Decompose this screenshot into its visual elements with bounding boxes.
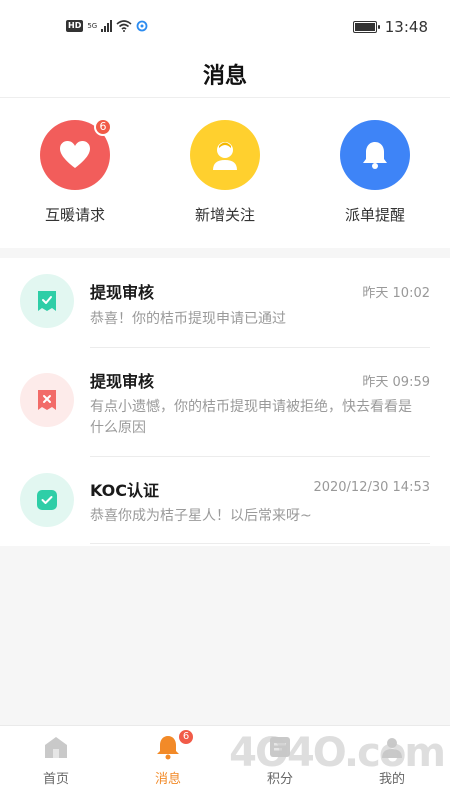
status-bar: HD 5G 13:48 (0, 0, 450, 52)
quick-action-order-reminder[interactable]: 派单提醒 (320, 120, 430, 225)
list-item[interactable]: KOC认证 2020/12/30 14:53 恭喜你成为桔子星人！以后常来呀~ (0, 457, 450, 546)
person-icon (190, 120, 260, 190)
message-title: 提现审核 (90, 372, 155, 391)
battery-icon (352, 21, 380, 33)
sync-icon (136, 20, 148, 32)
bell-icon: 6 (155, 728, 195, 760)
warm-request-badge: 6 (94, 118, 112, 136)
message-list: 提现审核 昨天 10:02 恭喜！你的桔币提现申请已通过 提现审核 昨天 09:… (0, 258, 450, 546)
certified-badge-icon (20, 473, 74, 527)
network-indicator: 5G (87, 22, 98, 30)
messages-badge: 6 (177, 728, 195, 746)
message-description: 恭喜你成为桔子星人！以后常来呀~ (90, 508, 312, 524)
quick-actions: 6 互暖请求 新增关注 派单提醒 (0, 98, 450, 248)
quick-action-label: 派单提醒 (344, 206, 405, 224)
tab-home[interactable]: 首页 (0, 734, 112, 787)
message-title: 提现审核 (90, 283, 155, 302)
home-icon (43, 734, 69, 760)
message-time: 昨天 09:59 (362, 375, 430, 390)
list-item[interactable]: 提现审核 昨天 10:02 恭喜！你的桔币提现申请已通过 (0, 258, 450, 348)
message-time: 昨天 10:02 (362, 286, 430, 301)
quick-action-label: 新增关注 (194, 206, 255, 224)
quick-action-warm-request[interactable]: 6 互暖请求 (20, 118, 130, 225)
list-item[interactable]: 提现审核 昨天 09:59 有点小遗憾，你的桔币提现申请被拒绝，快去看看是什么原… (0, 348, 450, 457)
divider (90, 543, 430, 544)
bell-icon (340, 120, 410, 190)
signal-icon (101, 20, 113, 32)
watermark-logo: 4O4O.com (229, 730, 446, 776)
status-indicators: HD 5G (66, 20, 148, 32)
tab-label: 消息 (154, 772, 181, 787)
quick-action-label: 互暖请求 (44, 206, 105, 224)
heart-icon: 6 (40, 118, 112, 190)
status-right: 13:48 (352, 18, 428, 36)
approved-receipt-icon (20, 274, 74, 328)
message-description: 恭喜！你的桔币提现申请已通过 (90, 311, 286, 327)
clock: 13:48 (384, 18, 428, 36)
message-description: 有点小遗憾，你的桔币提现申请被拒绝，快去看看是什么原因 (90, 399, 412, 436)
tab-label: 首页 (42, 772, 69, 787)
message-time: 2020/12/30 14:53 (313, 480, 430, 495)
hd-indicator: HD (66, 20, 84, 32)
header: 消息 (0, 52, 450, 98)
tab-messages[interactable]: 6 消息 (112, 728, 224, 787)
wifi-icon (116, 20, 132, 32)
message-title: KOC认证 (90, 481, 160, 500)
rejected-receipt-icon (20, 373, 74, 427)
quick-action-new-followers[interactable]: 新增关注 (170, 120, 280, 225)
page-title: 消息 (202, 64, 247, 89)
